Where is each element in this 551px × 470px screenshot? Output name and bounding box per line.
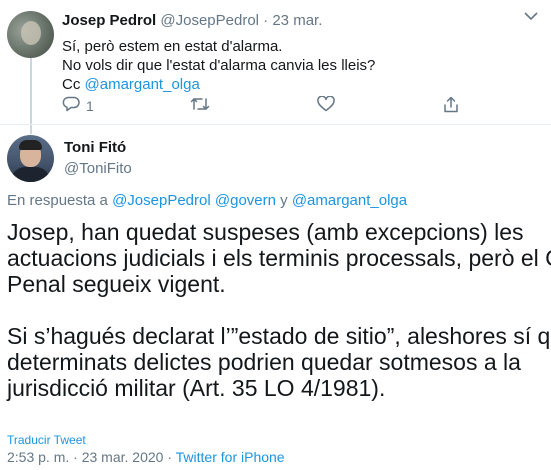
divider [0,124,551,125]
retweet-button[interactable] [190,96,210,115]
retweet-icon [190,96,210,115]
tweet-date[interactable]: 23 mar. 2020 [82,449,164,465]
tweet-time[interactable]: 2:53 p. m. [7,449,69,465]
author-name[interactable]: Josep Pedrol [62,12,156,29]
translate-link[interactable]: Traducir Tweet [7,433,86,447]
avatar-hair [19,140,42,150]
tweet-line: No vols dir que l'estat d'alarma canvia … [62,57,376,74]
mention-link[interactable]: @amargant_olga [85,76,200,93]
parent-tweet-header: Josep Pedrol @JosepPedrol · 23 mar. [62,12,322,29]
tweet-line: jurisdicció militar (Art. 35 LO 4/1981). [7,375,386,401]
chevron-down-icon[interactable] [524,10,538,24]
tweet-line-cc: Cc @amargant_olga [62,75,375,94]
meta-separator: · [167,449,173,465]
mention-link[interactable]: @amargant_olga [292,192,407,209]
thread-line [30,54,32,134]
avatar[interactable] [7,135,54,182]
parent-tweet[interactable]: Josep Pedrol @JosepPedrol · 23 mar. Sí, … [0,0,551,134]
mention-link[interactable]: @govern [215,192,276,209]
tweet-line: actuacions judicials i els terminis proc… [7,245,551,271]
tweet-line: Josep, han quedat suspeses (amb excepcio… [7,219,524,245]
tweet-date[interactable]: 23 mar. [272,12,322,29]
avatar-suit [11,167,50,182]
reply-context: En respuesta a @JosepPedrol @govern y @a… [7,192,407,209]
reply-icon [62,96,80,115]
meta-separator: · [73,449,78,465]
share-icon [443,96,459,116]
author-handle[interactable]: @JosepPedrol [160,12,259,29]
main-tweet-text: Josep, han quedat suspeses (amb excepcio… [7,219,551,401]
author-name[interactable]: Toni Fitó [64,139,126,156]
tweet-actions: 1 [62,95,472,116]
tweet-line: Si s’hagués declarat l’”estado de sitio”… [7,323,551,349]
like-button[interactable] [317,95,335,115]
reply-prefix: En respuesta a [7,192,113,209]
parent-tweet-text: Sí, però estem en estat d'alarma. No vol… [62,37,375,94]
share-button[interactable] [443,96,459,116]
author-handle[interactable]: @ToniFito [64,160,132,177]
tweet-line: Penal segueix vigent. [7,271,226,297]
mention-link[interactable]: @JosepPedrol [112,192,211,209]
meta-separator: · [263,12,269,29]
cc-prefix: Cc [62,76,85,93]
tweet-line: determinats delictes podrien quedar sotm… [7,349,521,375]
reply-count: 1 [86,97,94,114]
tweet-line: Sí, però estem en estat d'alarma. [62,38,283,55]
reply-conjunction: y [275,192,292,209]
reply-button[interactable]: 1 [62,96,94,115]
heart-icon [317,95,335,115]
tweet-source[interactable]: Twitter for iPhone [176,449,285,465]
tweet-meta: 2:53 p. m. · 23 mar. 2020 · Twitter for … [7,449,285,465]
avatar[interactable] [7,11,54,58]
